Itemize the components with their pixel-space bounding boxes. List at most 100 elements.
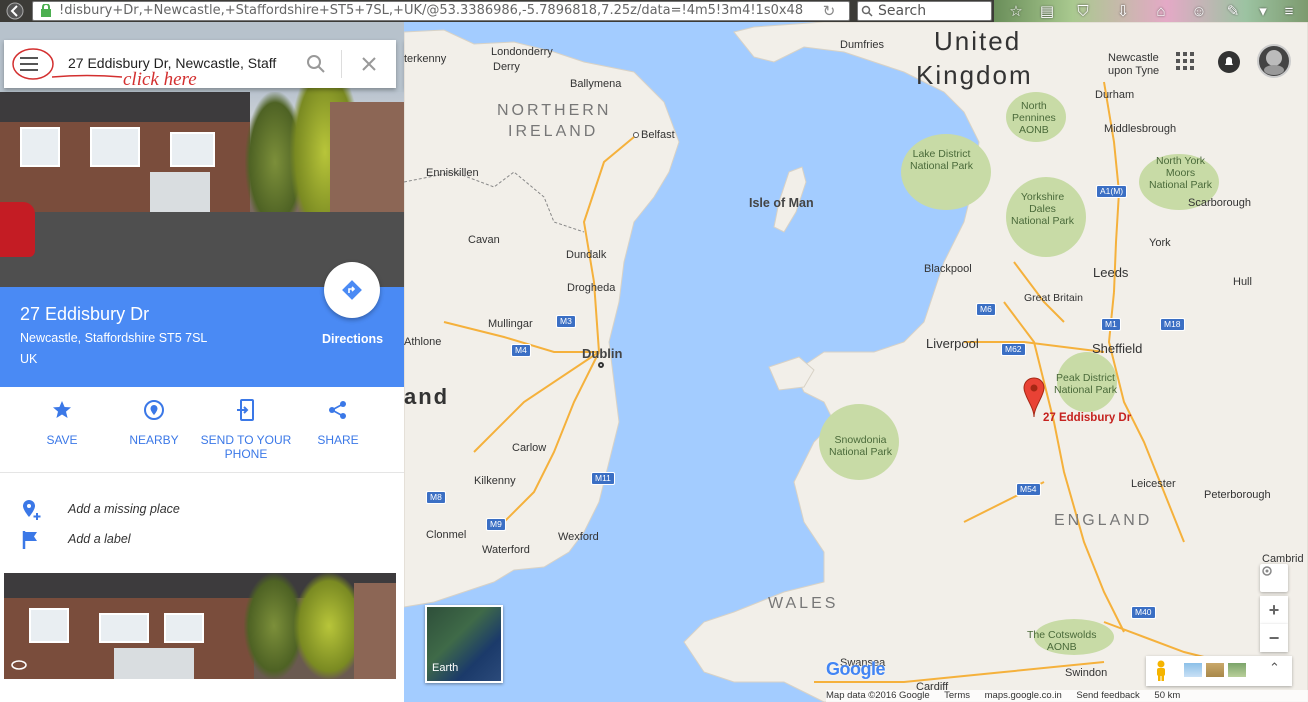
city-swindon: Swindon	[1065, 667, 1108, 679]
directions-button[interactable]	[324, 262, 380, 318]
google-logo: Google	[826, 659, 886, 679]
city-upon-tyne: upon Tyne	[1108, 65, 1160, 77]
terms-link[interactable]: Terms	[944, 690, 970, 701]
earth-label: Earth	[432, 662, 459, 674]
browser-search-input[interactable]: Search	[857, 1, 992, 21]
city-scarborough: Scarborough	[1188, 197, 1251, 209]
expand-icon[interactable]: ⌃	[1269, 660, 1280, 676]
directions-icon	[342, 280, 362, 300]
download-icon[interactable]: ⇩	[1112, 1, 1134, 21]
label-wales: WALES	[768, 595, 839, 612]
reload-icon[interactable]: ↻	[818, 0, 840, 22]
annotation-line	[52, 74, 122, 78]
clear-icon[interactable]	[361, 56, 377, 72]
park-cotswolds: The Cotswolds AONB	[1027, 629, 1097, 653]
add-missing-place-label: Add a missing place	[68, 502, 180, 516]
road-shield: M54	[1016, 483, 1041, 496]
place-address: Newcastle, Staffordshire ST5 7SL	[20, 331, 208, 345]
city-waterford: Waterford	[482, 544, 530, 556]
reading-list-icon[interactable]: ▤	[1036, 1, 1058, 21]
road-shield: M8	[426, 491, 446, 504]
url-input[interactable]: !disbury+Dr,+Newcastle,+Staffordshire+ST…	[32, 1, 850, 21]
label-northern: NORTHERN	[497, 102, 612, 119]
add-missing-place-row[interactable]: Add a missing place	[0, 495, 404, 525]
browser-toolbar: !disbury+Dr,+Newcastle,+Staffordshire+ST…	[0, 0, 1308, 22]
scale-label[interactable]: 50 km	[1154, 690, 1180, 701]
share-icon	[329, 401, 346, 419]
city-londonderry: Londonderry	[491, 46, 553, 58]
star-icon	[53, 401, 71, 418]
annotation-text: click here	[123, 69, 197, 90]
city-peterborough: Peterborough	[1204, 489, 1271, 501]
360-view-icon	[11, 660, 27, 670]
send-to-phone-icon	[237, 399, 254, 421]
dublin-marker	[598, 362, 604, 368]
city-york: York	[1149, 237, 1171, 249]
label-isle-of-man: Isle of Man	[749, 196, 814, 210]
chat-icon[interactable]: ☺	[1188, 1, 1210, 21]
place-panel: 27 Eddisbury Dr, Newcastle, Staff ◀ clic…	[0, 22, 404, 702]
location-pin-icon[interactable]	[1023, 377, 1045, 421]
send-to-phone-button[interactable]: SEND TO YOUR PHONE	[200, 387, 292, 461]
bookmark-star-icon[interactable]: ☆	[1005, 1, 1027, 21]
save-button[interactable]: SAVE	[16, 387, 108, 447]
zoom-in-button[interactable]: +	[1260, 596, 1288, 624]
city-derry: Derry	[493, 61, 520, 73]
map-data-credit: Map data ©2016 Google	[826, 690, 930, 701]
city-belfast: Belfast	[641, 129, 675, 141]
menu-icon[interactable]: ≡	[1278, 1, 1300, 21]
city-newcastle: Newcastle	[1108, 52, 1159, 64]
notifications-icon[interactable]	[1217, 50, 1241, 74]
city-cavan: Cavan	[468, 234, 500, 246]
nearby-icon	[144, 400, 164, 420]
nearby-button[interactable]: NEARBY	[108, 387, 200, 447]
pin-label[interactable]: 27 Eddisbury Dr	[1043, 412, 1131, 424]
city-leicester: Leicester	[1131, 478, 1176, 490]
search-icon[interactable]	[306, 54, 326, 74]
park-peak-district: Peak District National Park	[1054, 372, 1118, 396]
belfast-marker	[633, 132, 639, 138]
label-kingdom: Kingdom	[916, 60, 1033, 90]
back-icon[interactable]	[4, 0, 26, 22]
city-wexford: Wexford	[558, 531, 599, 543]
earth-view-toggle[interactable]: Earth	[425, 605, 503, 683]
layer-thumb-2[interactable]	[1206, 663, 1224, 677]
pocket-icon[interactable]: ⛉	[1072, 1, 1094, 21]
zoom-out-button[interactable]: −	[1260, 624, 1288, 652]
home-icon[interactable]: ⌂	[1150, 1, 1172, 21]
apps-grid-icon[interactable]	[1175, 51, 1195, 71]
share-button[interactable]: SHARE	[292, 387, 384, 447]
map-canvas[interactable]: United Kingdom NORTHERN IRELAND ENGLAND …	[404, 22, 1308, 702]
label-ireland: IRELAND	[508, 123, 599, 140]
map-footer: Map data ©2016 Google Terms maps.google.…	[826, 690, 1308, 702]
annotation-circle	[12, 48, 54, 80]
road-shield: M11	[591, 472, 615, 485]
city-blackpool: Blackpool	[924, 263, 972, 275]
city-liverpool: Liverpool	[926, 336, 979, 351]
city-ballymena: Ballymena	[570, 78, 622, 90]
directions-label[interactable]: Directions	[322, 332, 383, 346]
layer-thumb-3[interactable]	[1228, 663, 1246, 677]
street-view-thumbnail[interactable]	[4, 573, 396, 679]
send-feedback-link[interactable]: Send feedback	[1076, 690, 1139, 701]
road-shield: M3	[556, 315, 576, 328]
layers-strip: ⌃	[1146, 656, 1292, 686]
city-leeds: Leeds	[1093, 265, 1129, 280]
search-box: 27 Eddisbury Dr, Newcastle, Staff	[4, 40, 396, 88]
extension-icon[interactable]: ✎	[1222, 1, 1244, 21]
layer-thumb-1[interactable]	[1184, 663, 1202, 677]
add-label-label: Add a label	[68, 532, 131, 546]
search-icon	[861, 5, 873, 17]
city-athlone: Athlone	[404, 336, 442, 348]
city-dundalk: Dundalk	[566, 249, 607, 261]
extension2-icon[interactable]: ▾	[1252, 1, 1274, 21]
city-enniskillen: Enniskillen	[426, 167, 479, 179]
add-label-row[interactable]: Add a label	[0, 525, 404, 555]
park-lake-district: Lake District National Park	[910, 148, 974, 172]
road-shield: M9	[486, 518, 506, 531]
my-location-button[interactable]	[1260, 564, 1288, 592]
city-great-britain: Great Britain	[1024, 292, 1083, 304]
pegman-icon[interactable]	[1154, 660, 1168, 682]
my-location-icon	[1262, 566, 1272, 576]
avatar[interactable]	[1257, 44, 1291, 78]
